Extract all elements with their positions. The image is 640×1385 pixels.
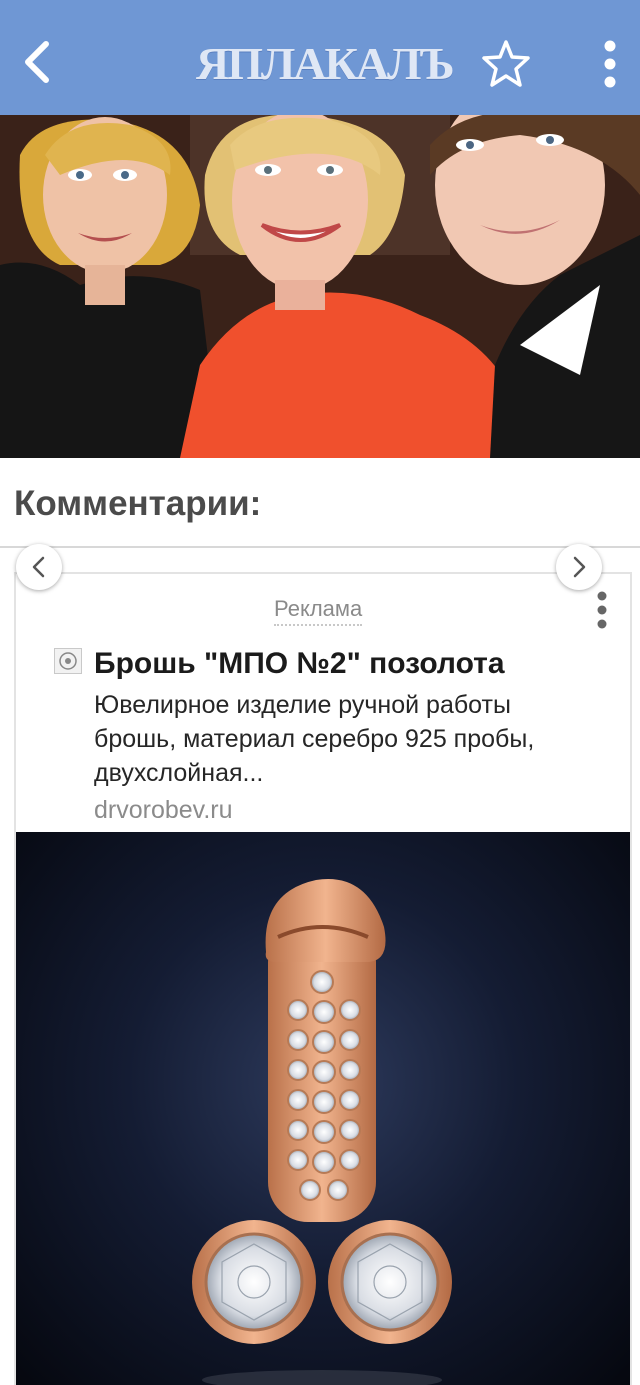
section-divider <box>0 546 640 548</box>
chevron-left-icon <box>25 41 49 83</box>
favorite-button[interactable] <box>478 38 534 90</box>
ad-domain-link[interactable]: drvorobev.ru <box>94 794 233 826</box>
post-photo[interactable] <box>0 115 640 458</box>
brooch-image <box>192 878 452 1385</box>
kebab-menu-icon <box>597 591 607 629</box>
photo-image <box>0 115 640 458</box>
jewelry-logo-icon <box>59 652 77 670</box>
ad-menu-button[interactable] <box>584 588 620 632</box>
overflow-menu-button[interactable] <box>592 36 628 92</box>
ad-card[interactable]: Реклама Брошь "МПО №2" позолота Ювелирно… <box>14 572 632 1385</box>
back-button[interactable] <box>14 34 62 90</box>
site-logo[interactable]: ЯПЛАКАЛЪ <box>196 40 456 88</box>
ad-description: Ювелирное изделие ручной работы брошь, м… <box>94 691 535 787</box>
kebab-menu-icon <box>604 40 616 88</box>
advertiser-favicon <box>54 648 82 674</box>
comments-heading: Комментарии: <box>14 484 262 523</box>
carousel-next-button[interactable] <box>556 544 602 590</box>
star-outline-icon <box>482 40 530 87</box>
carousel-prev-button[interactable] <box>16 544 62 590</box>
ad-title-link[interactable]: Брошь "МПО №2" позолота <box>94 646 505 682</box>
ad-label[interactable]: Реклама <box>274 596 363 626</box>
chevron-right-icon <box>573 556 586 578</box>
chevron-left-icon <box>32 556 45 578</box>
top-bar: ЯПЛАКАЛЪ <box>0 0 640 115</box>
ad-image[interactable] <box>16 832 630 1385</box>
